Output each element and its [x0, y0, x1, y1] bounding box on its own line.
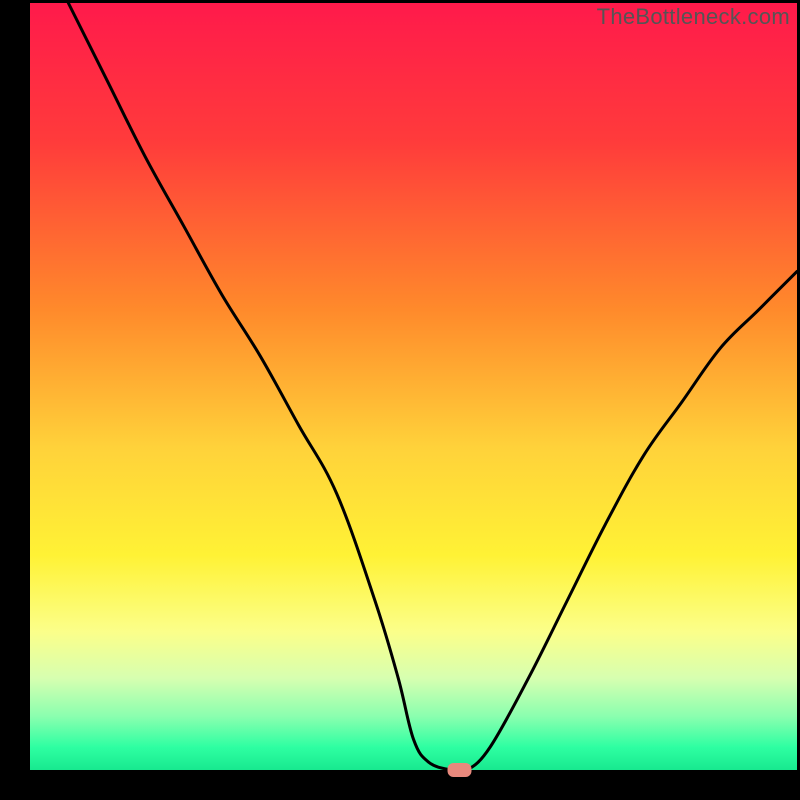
bottleneck-chart	[0, 0, 800, 800]
selected-point-marker	[448, 763, 472, 777]
chart-container: TheBottleneck.com	[0, 0, 800, 800]
chart-plot-area	[30, 3, 797, 770]
watermark-text: TheBottleneck.com	[597, 4, 790, 30]
